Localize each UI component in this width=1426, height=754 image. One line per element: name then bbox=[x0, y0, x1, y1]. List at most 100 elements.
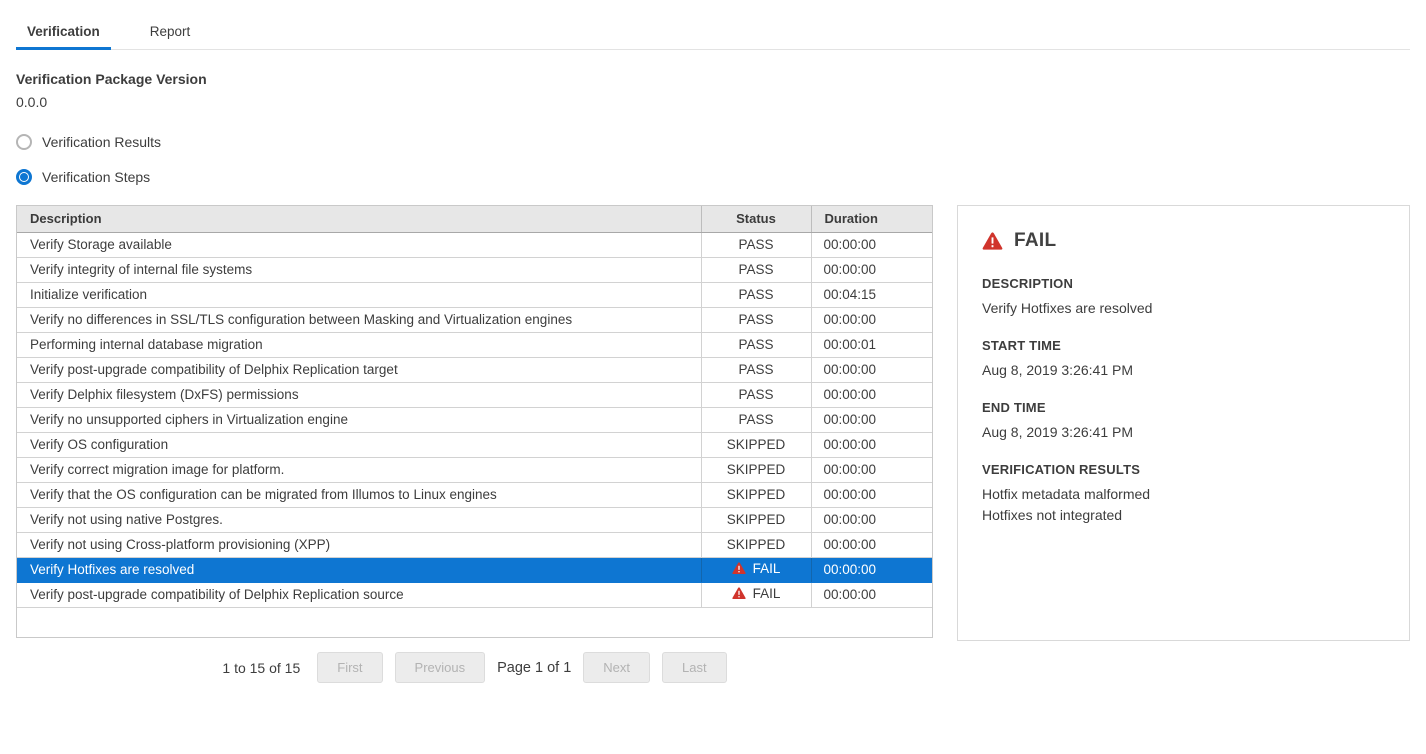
previous-page-button[interactable]: Previous bbox=[395, 652, 486, 683]
radio-verification-results[interactable]: Verification Results bbox=[16, 134, 1410, 150]
step-status-cell: SKIPPED bbox=[701, 532, 811, 557]
step-duration-cell: 00:00:00 bbox=[811, 457, 932, 482]
package-version-value: 0.0.0 bbox=[16, 94, 1410, 110]
step-duration-cell: 00:00:00 bbox=[811, 407, 932, 432]
step-status-text: FAIL bbox=[753, 561, 781, 576]
step-duration-cell: 00:00:00 bbox=[811, 382, 932, 407]
first-page-button[interactable]: First bbox=[317, 652, 382, 683]
step-duration-cell: 00:00:00 bbox=[811, 257, 932, 282]
detail-start-time-value: Aug 8, 2019 3:26:41 PM bbox=[982, 360, 1385, 381]
step-description-cell: Initialize verification bbox=[17, 282, 701, 307]
radio-verification-steps[interactable]: Verification Steps bbox=[16, 169, 1410, 185]
detail-results-label: VERIFICATION RESULTS bbox=[982, 462, 1385, 477]
tab-verification[interactable]: Verification bbox=[16, 18, 111, 49]
step-status-cell: PASS bbox=[701, 232, 811, 257]
pagination-bar: 1 to 15 of 15 First Previous Page 1 of 1… bbox=[16, 652, 933, 683]
detail-status-header: FAIL bbox=[982, 230, 1385, 252]
steps-table-body: Verify Storage available PASS 00:00:00 V… bbox=[17, 232, 932, 607]
detail-end-time-group: END TIME Aug 8, 2019 3:26:41 PM bbox=[982, 400, 1385, 443]
pagination-page-text: Page 1 of 1 bbox=[497, 660, 571, 676]
step-description-cell: Verify no unsupported ciphers in Virtual… bbox=[17, 407, 701, 432]
table-row[interactable]: Verify no differences in SSL/TLS configu… bbox=[17, 307, 932, 332]
step-description-cell: Verify post-upgrade compatibility of Del… bbox=[17, 582, 701, 607]
step-description-cell: Performing internal database migration bbox=[17, 332, 701, 357]
table-row[interactable]: Verify no unsupported ciphers in Virtual… bbox=[17, 407, 932, 432]
detail-description-label: DESCRIPTION bbox=[982, 276, 1385, 291]
last-page-button[interactable]: Last bbox=[662, 652, 727, 683]
table-row[interactable]: Verify post-upgrade compatibility of Del… bbox=[17, 357, 932, 382]
column-header-status[interactable]: Status bbox=[701, 206, 811, 232]
table-row[interactable]: Performing internal database migration P… bbox=[17, 332, 932, 357]
step-description-cell: Verify no differences in SSL/TLS configu… bbox=[17, 307, 701, 332]
step-duration-cell: 00:00:00 bbox=[811, 482, 932, 507]
step-duration-cell: 00:00:00 bbox=[811, 232, 932, 257]
step-status-text: PASS bbox=[738, 312, 773, 327]
step-description-cell: Verify OS configuration bbox=[17, 432, 701, 457]
step-status-cell: PASS bbox=[701, 332, 811, 357]
table-row[interactable]: Verify Storage available PASS 00:00:00 bbox=[17, 232, 932, 257]
step-status-cell: FAIL bbox=[701, 557, 811, 582]
tab-bar: Verification Report bbox=[16, 18, 1410, 50]
step-description-cell: Verify correct migration image for platf… bbox=[17, 457, 701, 482]
fail-warning-icon bbox=[982, 232, 1003, 251]
step-status-text: SKIPPED bbox=[727, 487, 786, 502]
step-status-cell: PASS bbox=[701, 282, 811, 307]
steps-table: Description Status Duration Verify Stora… bbox=[17, 206, 932, 608]
steps-table-column: Description Status Duration Verify Stora… bbox=[16, 205, 933, 683]
step-status-text: PASS bbox=[738, 337, 773, 352]
table-row[interactable]: Verify not using native Postgres. SKIPPE… bbox=[17, 507, 932, 532]
step-description-cell: Verify post-upgrade compatibility of Del… bbox=[17, 357, 701, 382]
step-status-text: PASS bbox=[738, 412, 773, 427]
package-version-section: Verification Package Version 0.0.0 bbox=[16, 71, 1410, 110]
table-row[interactable]: Verify not using Cross-platform provisio… bbox=[17, 532, 932, 557]
radio-unselected-icon bbox=[16, 134, 32, 150]
next-page-button[interactable]: Next bbox=[583, 652, 650, 683]
step-status-cell: SKIPPED bbox=[701, 482, 811, 507]
step-duration-cell: 00:00:00 bbox=[811, 532, 932, 557]
detail-description-value: Verify Hotfixes are resolved bbox=[982, 298, 1385, 319]
step-status-cell: SKIPPED bbox=[701, 432, 811, 457]
step-status-cell: FAIL bbox=[701, 582, 811, 607]
step-status-text: PASS bbox=[738, 262, 773, 277]
step-status-cell: PASS bbox=[701, 407, 811, 432]
step-description-cell: Verify not using Cross-platform provisio… bbox=[17, 532, 701, 557]
step-duration-cell: 00:00:00 bbox=[811, 557, 932, 582]
step-detail-panel: FAIL DESCRIPTION Verify Hotfixes are res… bbox=[957, 205, 1410, 641]
column-header-description[interactable]: Description bbox=[17, 206, 701, 232]
step-status-cell: PASS bbox=[701, 307, 811, 332]
step-status-text: PASS bbox=[738, 237, 773, 252]
step-status-text: PASS bbox=[738, 387, 773, 402]
fail-warning-icon bbox=[732, 562, 746, 575]
fail-warning-icon bbox=[732, 587, 746, 600]
step-status-cell: PASS bbox=[701, 357, 811, 382]
column-header-duration[interactable]: Duration bbox=[811, 206, 932, 232]
table-header-row: Description Status Duration bbox=[17, 206, 932, 232]
table-row[interactable]: Verify Hotfixes are resolved FAIL 00:00:… bbox=[17, 557, 932, 582]
step-description-cell: Verify Delphix filesystem (DxFS) permiss… bbox=[17, 382, 701, 407]
table-row[interactable]: Verify correct migration image for platf… bbox=[17, 457, 932, 482]
table-row[interactable]: Initialize verification PASS 00:04:15 bbox=[17, 282, 932, 307]
detail-end-time-label: END TIME bbox=[982, 400, 1385, 415]
step-duration-cell: 00:00:00 bbox=[811, 307, 932, 332]
radio-label: Verification Results bbox=[42, 134, 161, 150]
main-content: Description Status Duration Verify Stora… bbox=[16, 205, 1410, 683]
table-row[interactable]: Verify that the OS configuration can be … bbox=[17, 482, 932, 507]
tab-report[interactable]: Report bbox=[139, 18, 202, 49]
step-duration-cell: 00:00:00 bbox=[811, 432, 932, 457]
table-row[interactable]: Verify integrity of internal file system… bbox=[17, 257, 932, 282]
step-description-cell: Verify integrity of internal file system… bbox=[17, 257, 701, 282]
table-row[interactable]: Verify OS configuration SKIPPED 00:00:00 bbox=[17, 432, 932, 457]
step-status-text: SKIPPED bbox=[727, 437, 786, 452]
radio-label: Verification Steps bbox=[42, 169, 150, 185]
step-description-cell: Verify Hotfixes are resolved bbox=[17, 557, 701, 582]
step-description-cell: Verify not using native Postgres. bbox=[17, 507, 701, 532]
detail-start-time-label: START TIME bbox=[982, 338, 1385, 353]
step-status-cell: PASS bbox=[701, 382, 811, 407]
table-row[interactable]: Verify post-upgrade compatibility of Del… bbox=[17, 582, 932, 607]
view-mode-radio-group: Verification Results Verification Steps bbox=[16, 134, 1410, 185]
detail-start-time-group: START TIME Aug 8, 2019 3:26:41 PM bbox=[982, 338, 1385, 381]
radio-selected-icon bbox=[16, 169, 32, 185]
step-description-cell: Verify that the OS configuration can be … bbox=[17, 482, 701, 507]
table-row[interactable]: Verify Delphix filesystem (DxFS) permiss… bbox=[17, 382, 932, 407]
step-duration-cell: 00:00:00 bbox=[811, 582, 932, 607]
